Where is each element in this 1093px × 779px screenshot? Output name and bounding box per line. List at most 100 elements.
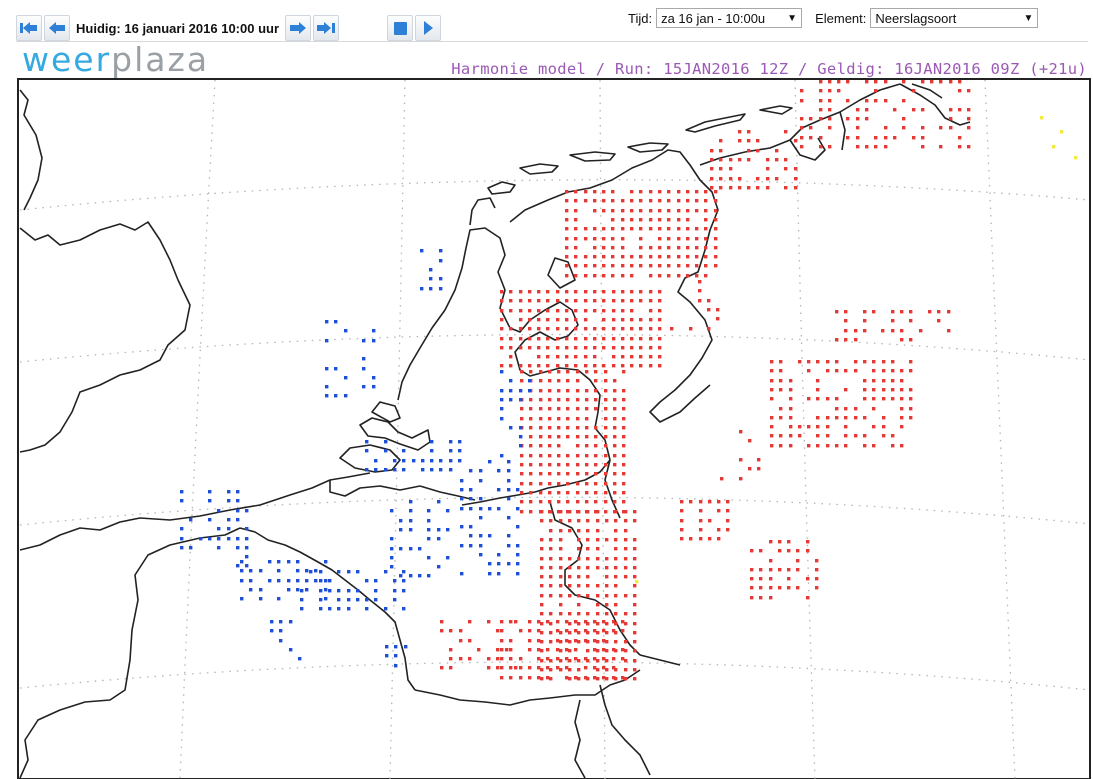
rain-marker bbox=[686, 190, 690, 194]
snow-marker bbox=[409, 500, 413, 504]
rain-marker bbox=[604, 491, 608, 495]
snow-marker bbox=[516, 572, 520, 576]
rain-marker bbox=[576, 482, 580, 486]
element-select[interactable]: Neerslagsoort ▼ bbox=[870, 8, 1039, 28]
snow-marker bbox=[458, 449, 462, 453]
snow-marker bbox=[500, 389, 504, 393]
rain-marker bbox=[496, 657, 500, 661]
rain-marker bbox=[865, 108, 869, 112]
rain-marker bbox=[540, 603, 544, 607]
rain-marker bbox=[826, 360, 830, 364]
rain-marker bbox=[717, 537, 721, 541]
rain-marker bbox=[639, 255, 643, 259]
rain-marker bbox=[565, 255, 569, 259]
rain-marker bbox=[487, 657, 491, 661]
rain-marker bbox=[667, 274, 671, 278]
rain-marker bbox=[613, 426, 617, 430]
rain-marker bbox=[622, 500, 626, 504]
rain-marker bbox=[900, 388, 904, 392]
rain-marker bbox=[909, 369, 913, 373]
stop-icon bbox=[393, 21, 407, 35]
rain-marker bbox=[548, 482, 552, 486]
rain-marker bbox=[605, 622, 609, 626]
rain-marker bbox=[630, 337, 634, 341]
rain-marker bbox=[717, 509, 721, 513]
snow-marker bbox=[337, 607, 341, 611]
rain-marker bbox=[787, 540, 791, 544]
rain-marker bbox=[559, 529, 563, 533]
rain-marker bbox=[559, 612, 563, 616]
rain-marker bbox=[576, 426, 580, 430]
previous-frame-button[interactable] bbox=[44, 15, 70, 41]
rain-marker bbox=[967, 117, 971, 121]
snow-marker bbox=[319, 589, 323, 593]
rain-marker bbox=[677, 218, 681, 222]
rain-marker bbox=[828, 80, 832, 84]
snow-marker bbox=[460, 544, 464, 548]
rain-marker bbox=[900, 397, 904, 401]
rain-marker bbox=[633, 622, 637, 626]
rain-marker bbox=[865, 80, 869, 84]
rain-marker bbox=[756, 186, 760, 190]
rain-marker bbox=[747, 130, 751, 134]
snow-marker bbox=[319, 570, 323, 574]
rain-marker bbox=[556, 364, 560, 368]
rain-marker bbox=[630, 264, 634, 268]
rain-marker bbox=[540, 547, 544, 551]
snow-marker bbox=[390, 547, 394, 551]
rain-marker bbox=[921, 136, 925, 140]
next-frame-button[interactable] bbox=[285, 15, 312, 41]
snow-marker bbox=[488, 534, 492, 538]
rain-marker bbox=[459, 639, 463, 643]
play-button[interactable] bbox=[415, 15, 442, 41]
rain-marker bbox=[614, 547, 618, 551]
rain-marker bbox=[621, 657, 625, 661]
rain-marker bbox=[854, 360, 858, 364]
rain-marker bbox=[594, 426, 598, 430]
snow-marker bbox=[497, 553, 501, 557]
rain-marker bbox=[704, 227, 708, 231]
rain-marker bbox=[667, 264, 671, 268]
snow-marker bbox=[393, 459, 397, 463]
first-frame-button[interactable] bbox=[16, 15, 42, 41]
rain-marker bbox=[514, 666, 518, 670]
rain-marker bbox=[557, 407, 561, 411]
rain-marker bbox=[584, 309, 588, 313]
rain-marker bbox=[633, 631, 637, 635]
rain-marker bbox=[593, 327, 597, 331]
rain-marker bbox=[568, 519, 572, 523]
rain-marker bbox=[639, 290, 643, 294]
last-frame-button[interactable] bbox=[313, 15, 340, 41]
rain-marker bbox=[539, 454, 543, 458]
rain-marker bbox=[529, 417, 533, 421]
snow-marker bbox=[390, 509, 394, 513]
rain-marker bbox=[585, 491, 589, 495]
rain-marker bbox=[649, 299, 653, 303]
rain-marker bbox=[565, 190, 569, 194]
rain-marker bbox=[769, 586, 773, 590]
rain-marker bbox=[574, 318, 578, 322]
rain-marker bbox=[529, 370, 533, 374]
tijd-select[interactable]: za 16 jan - 10:00u ▼ bbox=[656, 8, 803, 28]
rain-marker bbox=[537, 355, 541, 359]
rain-marker bbox=[604, 417, 608, 421]
rain-marker bbox=[611, 190, 615, 194]
snow-marker bbox=[429, 268, 433, 272]
rain-marker bbox=[949, 117, 953, 121]
snow-marker bbox=[437, 565, 441, 569]
rain-marker bbox=[766, 167, 770, 171]
rain-marker bbox=[882, 369, 886, 373]
rain-marker bbox=[576, 444, 580, 448]
rain-marker bbox=[574, 290, 578, 294]
rain-marker bbox=[604, 407, 608, 411]
rain-marker bbox=[779, 407, 783, 411]
rain-marker bbox=[596, 640, 600, 644]
rain-marker bbox=[602, 246, 606, 250]
rain-marker bbox=[574, 309, 578, 313]
snow-marker bbox=[507, 534, 511, 538]
rain-marker bbox=[719, 139, 723, 143]
stop-button[interactable] bbox=[387, 15, 414, 41]
rain-marker bbox=[854, 407, 858, 411]
rain-marker bbox=[585, 435, 589, 439]
rain-marker bbox=[529, 444, 533, 448]
